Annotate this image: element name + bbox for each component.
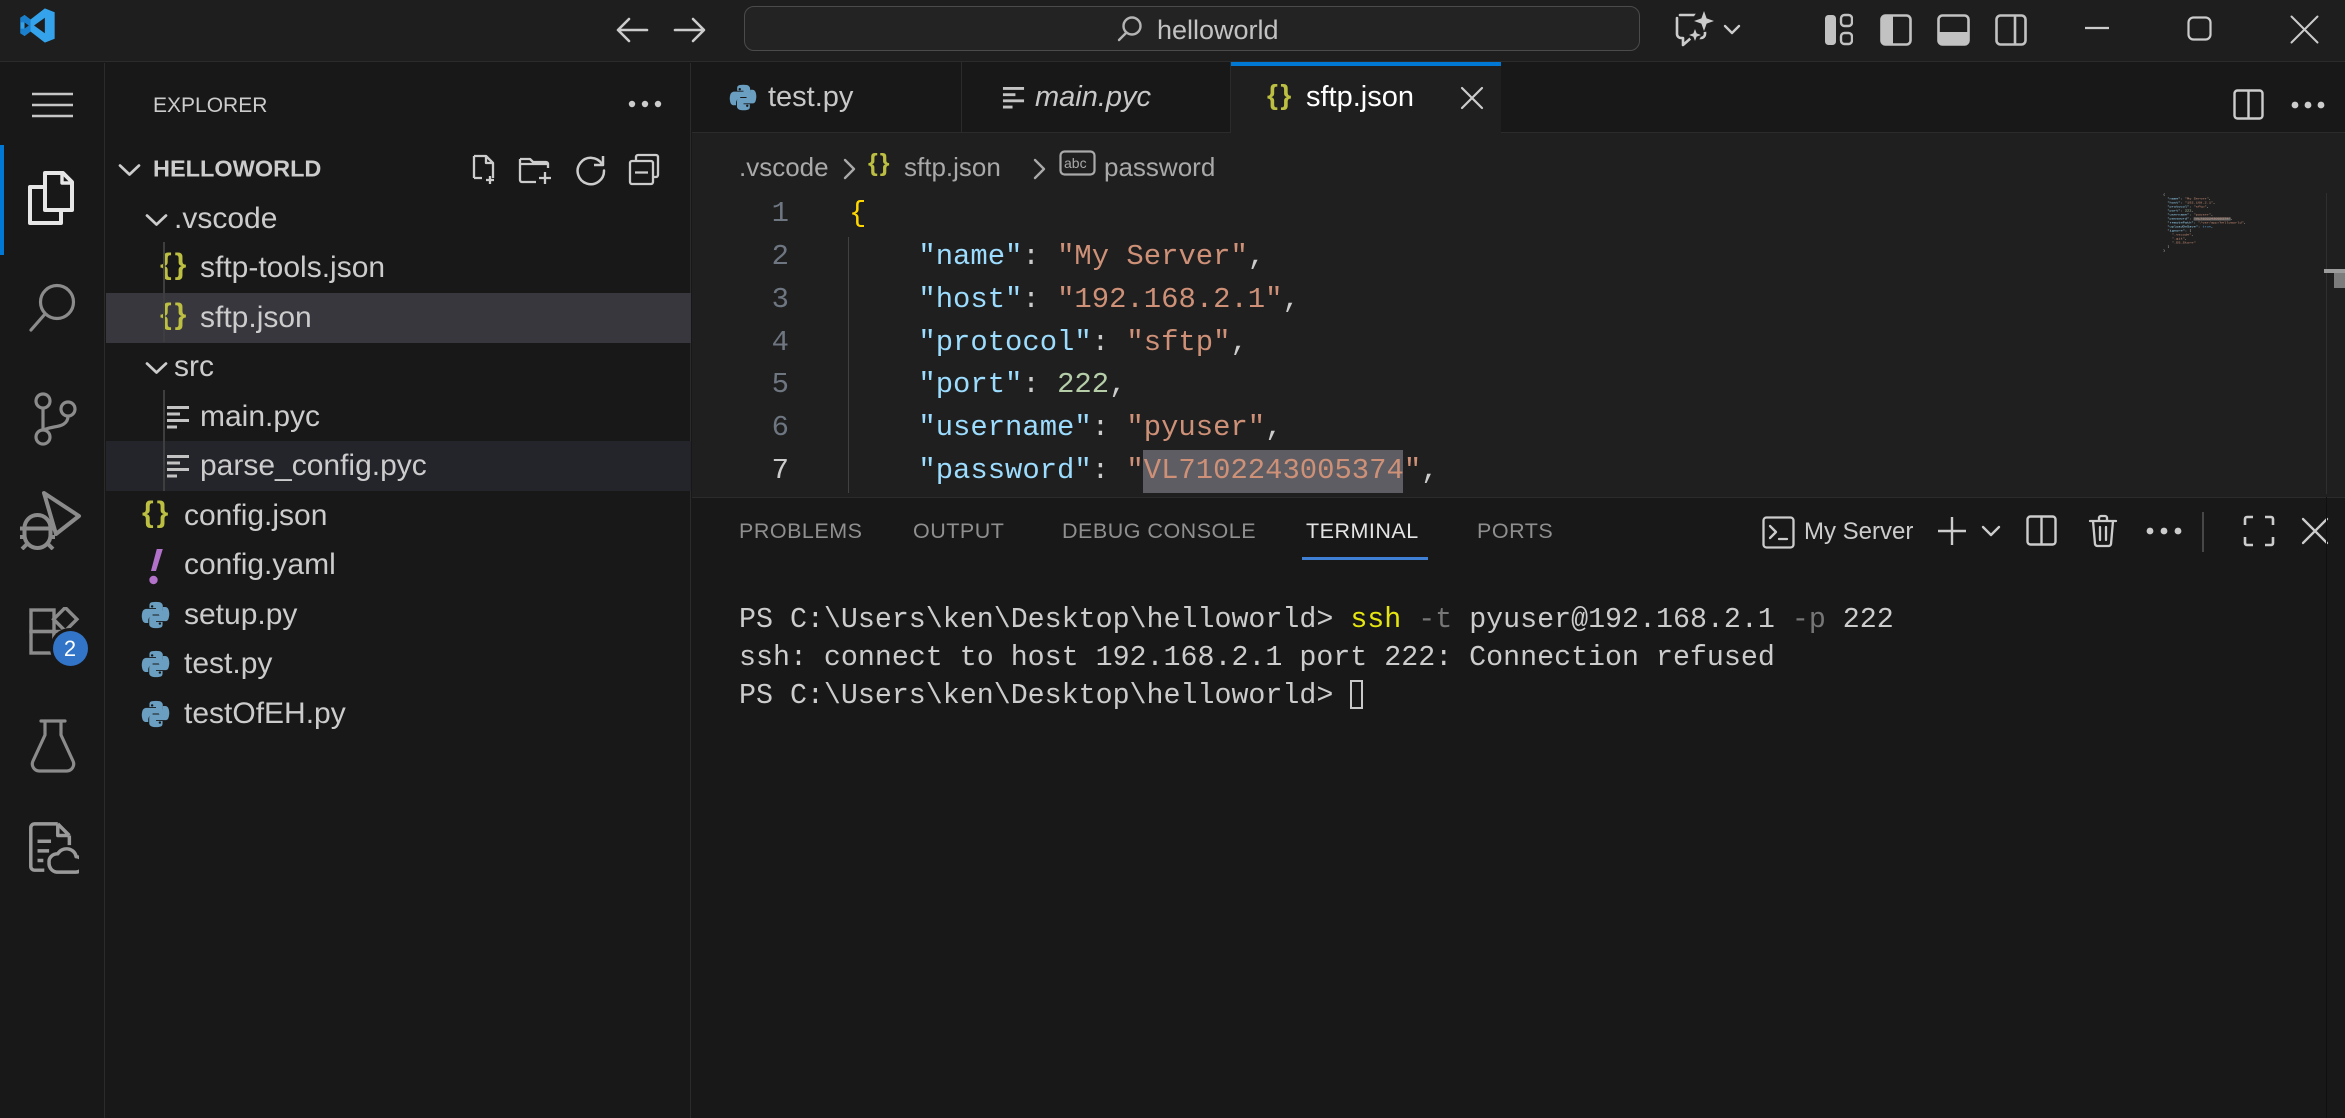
- svg-text:abc: abc: [1064, 155, 1087, 171]
